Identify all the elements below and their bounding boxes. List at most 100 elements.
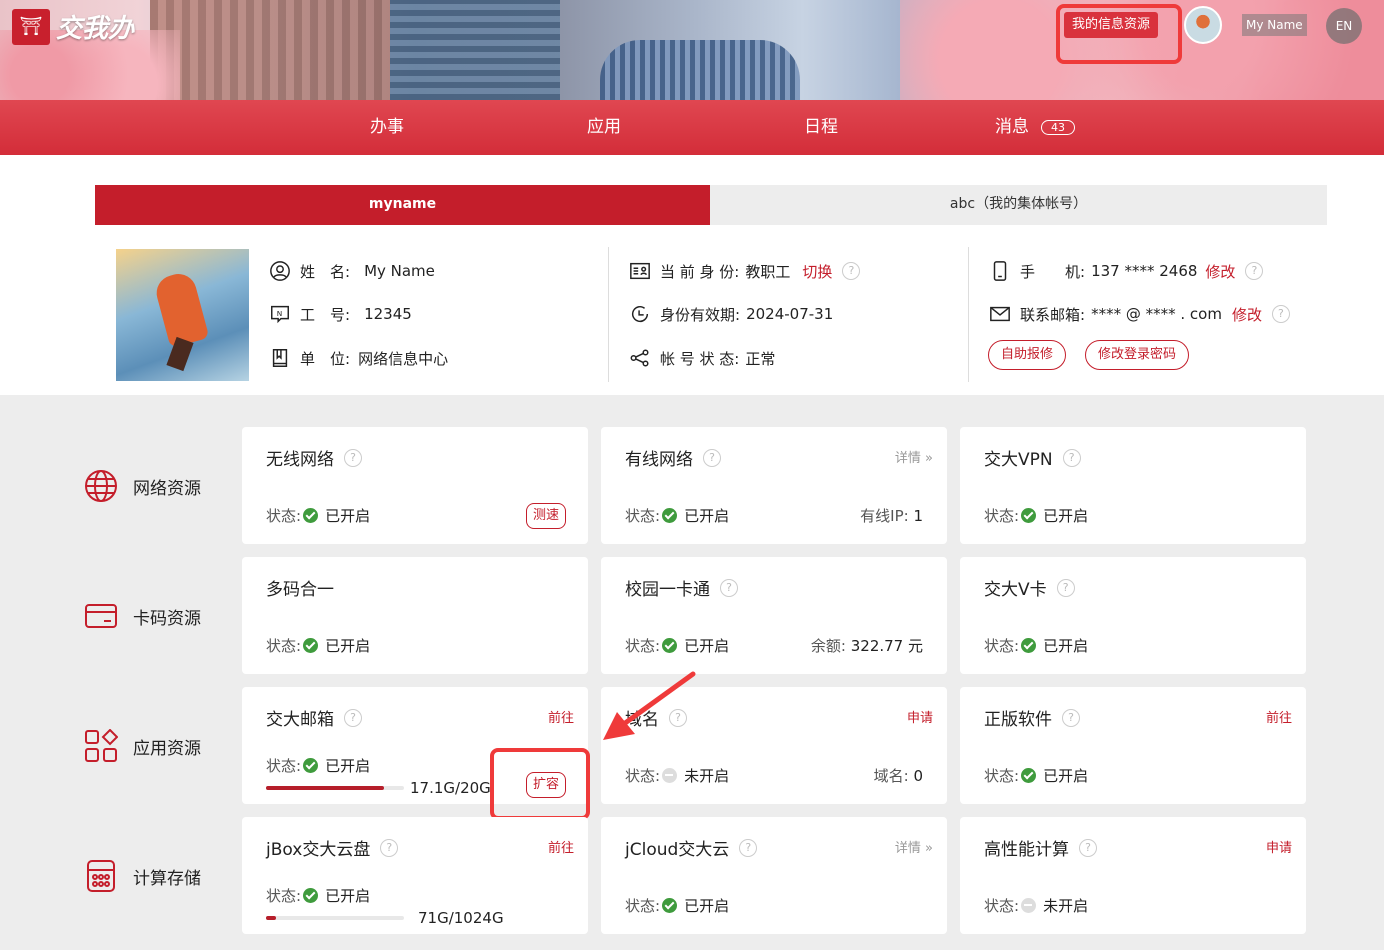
status-label: 状态: — [984, 637, 1020, 655]
help-icon[interactable]: ? — [842, 262, 861, 280]
email-label: 联系邮箱: — [1020, 305, 1086, 324]
account-status-row: 帐 号 状 态: 正常 — [628, 346, 775, 370]
status-value: 未开启 — [1043, 897, 1089, 915]
details-link[interactable]: 详情 » — [895, 447, 933, 466]
validity-value: 2024-07-31 — [746, 305, 834, 323]
help-icon[interactable]: ? — [1245, 262, 1264, 280]
logo-text: 交我办 — [56, 14, 135, 44]
self-repair-button[interactable]: 自助报修 — [988, 340, 1067, 370]
status-label: 状态: — [984, 897, 1020, 915]
status-ok-icon — [303, 758, 319, 773]
status-ok-icon — [303, 888, 319, 903]
edit-phone-link[interactable]: 修改 — [1205, 261, 1235, 282]
card-title: jBox交大云盘 — [266, 840, 371, 860]
help-icon[interactable]: ? — [1271, 305, 1290, 323]
category-label: 卡码资源 — [133, 608, 201, 629]
highlight-annotation — [1056, 4, 1182, 64]
goto-link[interactable]: 前往 — [548, 837, 574, 856]
user-name[interactable]: My Name — [1242, 14, 1307, 36]
account-status-value: 正常 — [745, 349, 776, 368]
card-jbox[interactable]: jBox交大云盘? 前往 状态: 已开启 71G/1024G — [242, 817, 588, 934]
change-password-button[interactable]: 修改登录密码 — [1085, 340, 1190, 370]
tab-group-account[interactable]: abc（我的集体帐号） — [710, 185, 1327, 225]
card-title: 交大V卡 — [984, 580, 1047, 600]
nav-item-apps[interactable]: 应用 — [587, 100, 621, 155]
status-value: 已开启 — [684, 507, 730, 525]
book-icon — [268, 346, 292, 370]
switch-identity-link[interactable]: 切换 — [802, 261, 832, 282]
card-title: 有线网络 — [625, 450, 693, 470]
help-icon[interactable]: ? — [1062, 708, 1080, 727]
balance-label: 余额: — [810, 637, 846, 655]
help-icon[interactable]: ? — [1062, 448, 1081, 467]
card-title: 无线网络 — [266, 450, 334, 470]
goto-link[interactable]: 前往 — [1266, 707, 1292, 726]
logo-icon: ⛩ — [12, 8, 50, 45]
category-label: 应用资源 — [133, 738, 201, 759]
help-icon[interactable]: ? — [1079, 838, 1097, 857]
nav-item-schedule[interactable]: 日程 — [804, 100, 838, 155]
help-icon[interactable]: ? — [380, 838, 399, 857]
card-software[interactable]: 正版软件? 前往 状态: 已开启 — [960, 687, 1306, 804]
help-icon[interactable]: ? — [344, 448, 362, 467]
status-ok-icon — [1021, 768, 1037, 783]
card-wifi[interactable]: 无线网络? 状态: 已开启 测速 — [242, 427, 588, 544]
app-logo[interactable]: ⛩ 交我办 — [12, 8, 134, 45]
card-vcard[interactable]: 交大V卡? 状态: 已开启 — [960, 557, 1306, 674]
message-count-badge: 43 — [1041, 119, 1075, 135]
details-link[interactable]: 详情 » — [895, 837, 933, 856]
status-label: 状态: — [266, 507, 302, 525]
card-campus-card[interactable]: 校园一卡通? 状态: 已开启 余额: 322.77 元 — [601, 557, 947, 674]
avatar[interactable] — [1184, 6, 1222, 44]
status-ok-icon — [662, 898, 678, 913]
status-ok-icon — [1021, 508, 1037, 523]
category-apps: 应用资源 — [84, 729, 201, 763]
card-title: 高性能计算 — [984, 840, 1069, 860]
card-wired[interactable]: 有线网络? 详情 » 状态: 已开启 有线IP: 1 — [601, 427, 947, 544]
apply-link[interactable]: 申请 — [1266, 837, 1292, 856]
category-network: 网络资源 — [84, 469, 201, 503]
language-switch[interactable]: EN — [1326, 8, 1362, 44]
status-label: 状态: — [625, 637, 661, 655]
id-label: 工 号: — [300, 305, 351, 324]
help-icon[interactable]: ? — [703, 448, 721, 467]
speed-test-button[interactable]: 测速 — [525, 503, 566, 529]
status-value: 已开启 — [684, 637, 730, 655]
user-icon — [268, 259, 292, 283]
email-row: 联系邮箱: **** @ **** . com 修改 ? — [988, 302, 1290, 326]
apply-link[interactable]: 申请 — [907, 707, 933, 726]
profile-panel: myname abc（我的集体帐号） 姓 名: My Name N 工 号: 1… — [0, 155, 1384, 395]
card-vpn[interactable]: 交大VPN? 状态: 已开启 — [960, 427, 1306, 544]
edit-email-link[interactable]: 修改 — [1232, 304, 1262, 325]
status-value: 已开启 — [325, 757, 371, 775]
wired-ip-label: 有线IP: — [860, 507, 909, 525]
card-jcloud[interactable]: jCloud交大云? 详情 » 状态: 已开启 — [601, 817, 947, 934]
profile-photo — [116, 249, 249, 381]
nav-item-messages[interactable]: 消息 43 — [995, 100, 1075, 155]
balance-value: 322.77 元 — [850, 637, 923, 655]
card-title: 交大邮箱 — [266, 710, 334, 730]
help-icon[interactable]: ? — [1056, 578, 1075, 597]
category-label: 网络资源 — [133, 478, 201, 499]
card-title: 正版软件 — [984, 710, 1052, 730]
phone-label: 手 机: — [1020, 262, 1086, 281]
card-hpc[interactable]: 高性能计算? 申请 状态: 未开启 — [960, 817, 1306, 934]
id-value: 12345 — [364, 305, 412, 323]
category-cards: 卡码资源 — [84, 599, 201, 633]
goto-link[interactable]: 前往 — [548, 707, 574, 726]
highlight-annotation — [490, 748, 590, 820]
help-icon[interactable]: ? — [739, 838, 758, 857]
status-ok-icon — [662, 638, 678, 653]
card-multicode[interactable]: 多码合一 状态: 已开启 — [242, 557, 588, 674]
nav-item-affairs[interactable]: 办事 — [370, 100, 404, 155]
help-icon[interactable]: ? — [344, 708, 362, 727]
status-value: 已开启 — [1043, 637, 1089, 655]
phone-icon — [988, 259, 1012, 283]
category-compute: 计算存储 — [84, 859, 201, 893]
help-icon[interactable]: ? — [720, 578, 738, 597]
id-row: N 工 号: 12345 — [268, 302, 412, 326]
unit-row: 单 位: 网络信息中心 — [268, 346, 448, 370]
phone-value: 137 **** 2468 — [1091, 262, 1198, 280]
banner-building — [600, 40, 800, 100]
tab-myname[interactable]: myname — [95, 185, 710, 225]
